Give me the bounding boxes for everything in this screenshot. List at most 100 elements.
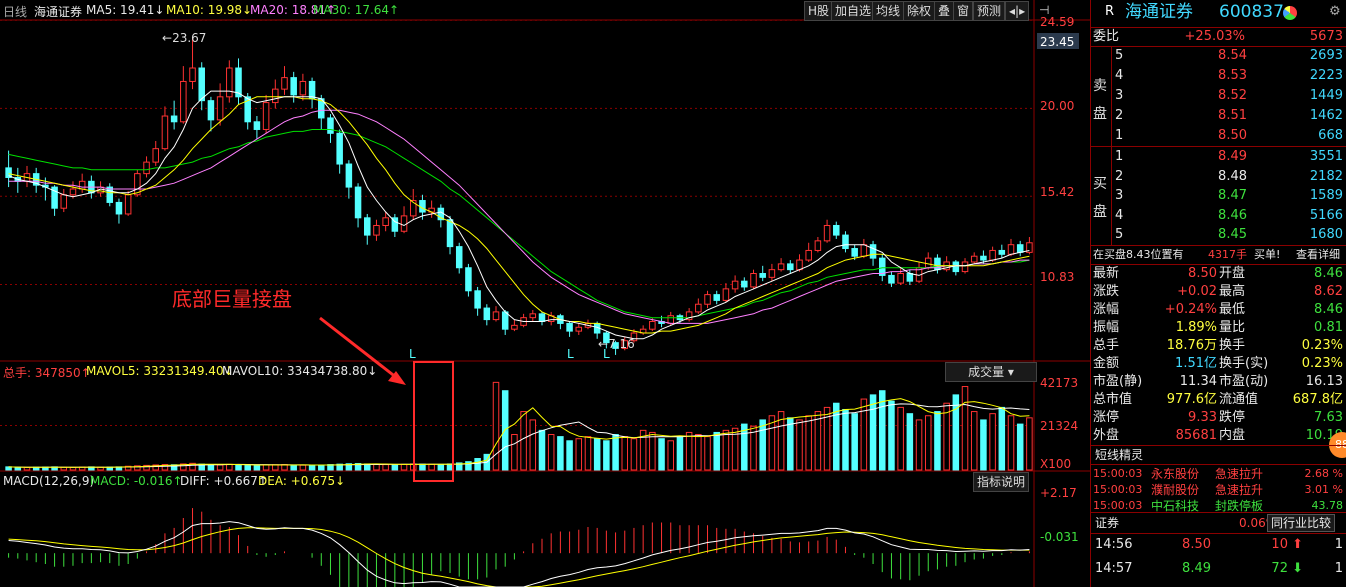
book-level: 4 <box>1115 207 1124 223</box>
window-button[interactable]: 窗 <box>953 1 974 21</box>
volume-bar <box>1007 415 1015 471</box>
weibi-row: 委比 +25.03% 5673 <box>1091 28 1346 46</box>
candle <box>731 280 739 290</box>
price-tick: 10.83 <box>1040 270 1074 284</box>
candle <box>805 249 812 261</box>
volume-bar <box>207 464 215 471</box>
exright-button[interactable]: 除权 <box>903 1 936 21</box>
candle <box>713 294 720 301</box>
candle <box>649 321 656 330</box>
candle <box>989 249 996 261</box>
book-volume: 1589 <box>1309 188 1343 203</box>
candle <box>998 249 1006 255</box>
book-level: 1 <box>1115 128 1124 143</box>
overlay-button[interactable]: 叠 <box>934 1 955 21</box>
candle <box>1016 244 1024 253</box>
book-price: 8.52 <box>1218 88 1247 103</box>
volume-bar <box>253 464 261 471</box>
book-price: 8.50 <box>1218 128 1247 143</box>
add-favorite-button[interactable]: 加自选 <box>831 1 876 21</box>
stat-label: 最高 <box>1219 284 1246 299</box>
book-price: 8.53 <box>1218 68 1247 83</box>
stock-chart: 底部巨量接盘 ←23.67 ←7.16 L L L 24.59 23.45 20… <box>0 0 1090 587</box>
candle <box>741 280 748 288</box>
volume-selector[interactable]: 成交量 ▾ <box>945 362 1037 382</box>
candle <box>152 148 160 163</box>
tick-time: 14:56 <box>1095 537 1133 552</box>
high-label: ←23.67 <box>162 31 206 45</box>
volume-bar <box>244 464 251 471</box>
book-volume: 2182 <box>1309 168 1343 184</box>
book-volume: 2223 <box>1309 68 1343 83</box>
stat-value: 8.62 <box>1314 284 1343 299</box>
stat-value: 1.51亿 <box>1175 356 1217 371</box>
volume-bar <box>299 464 307 471</box>
candle <box>198 67 205 102</box>
candle <box>823 224 831 242</box>
buy-level-row: 2 8.48 2182 <box>1091 168 1346 186</box>
notice-text: 在买盘8.43位置有 <box>1093 248 1184 261</box>
book-level: 4 <box>1115 68 1124 83</box>
candle <box>851 248 858 257</box>
volume-bar <box>511 434 518 471</box>
candle <box>78 180 86 190</box>
candle <box>189 67 196 82</box>
settings-icon[interactable]: ⚙ <box>1329 3 1341 21</box>
volume-bar <box>382 464 389 471</box>
indicator-help-button[interactable]: 指标说明 <box>973 472 1030 492</box>
candle <box>842 234 849 250</box>
hshare-button[interactable]: H股 <box>804 1 834 21</box>
candle <box>345 163 353 188</box>
macd-params: MACD(12,26,9) <box>3 474 95 488</box>
candle <box>207 100 215 121</box>
candle <box>796 259 803 271</box>
book-volume: 1680 <box>1309 227 1343 242</box>
mavol5-value: MAVOL5: 33231349.40↓ <box>86 364 234 378</box>
volume-bar <box>226 463 233 471</box>
stat-value: 0.23% <box>1301 338 1343 353</box>
ma-button[interactable]: 均线 <box>872 1 905 21</box>
stat-value: 0.81 <box>1314 320 1343 335</box>
stat-label: 振幅 <box>1093 320 1120 335</box>
stat-row: 涨停 9.33 跌停 7.63 <box>1091 409 1346 427</box>
candle <box>336 132 343 165</box>
candle <box>695 303 702 313</box>
tick-count: 1 <box>1334 561 1343 576</box>
price-tick: 20.00 <box>1040 99 1074 113</box>
elf-title[interactable]: 短线精灵 <box>1095 446 1143 464</box>
stat-value: 7.63 <box>1314 410 1343 425</box>
pin-icon[interactable]: ⊣ <box>1036 1 1052 19</box>
candle <box>501 311 509 330</box>
tick-volume: 10 ⬆ <box>1271 537 1303 552</box>
volume-bar <box>658 438 665 471</box>
nav-arrows-icon[interactable]: ◂|▸ <box>1005 1 1030 21</box>
stat-value: 11.34 <box>1179 374 1217 389</box>
volume-bar <box>704 436 711 471</box>
candle <box>170 115 178 123</box>
candle <box>474 290 481 309</box>
industry-compare-button[interactable]: 同行业比较 <box>1267 514 1336 532</box>
volume-bar <box>428 463 435 471</box>
candle <box>787 263 794 271</box>
notice-detail-link[interactable]: 查看详细 <box>1296 246 1340 264</box>
sector-label: 证券 <box>1095 516 1120 530</box>
candle <box>364 217 371 236</box>
volume-bar <box>584 436 592 471</box>
volume-bar <box>860 398 868 471</box>
tick-price: 8.50 <box>1182 537 1211 552</box>
stat-row: 涨幅 +0.24% 最低 8.46 <box>1091 301 1346 319</box>
volume-bar <box>557 436 564 471</box>
pie-icon[interactable] <box>1283 6 1297 20</box>
forecast-button[interactable]: 预测 <box>973 1 1006 21</box>
stat-row: 总市值 977.6亿 流通值 687.8亿 <box>1091 391 1346 409</box>
candle <box>308 80 316 100</box>
candle <box>373 224 380 236</box>
logo: R <box>1105 4 1115 19</box>
volume-bar <box>308 464 316 471</box>
stat-label: 换手 <box>1219 338 1246 353</box>
candle <box>777 263 785 271</box>
volume-bar <box>1016 423 1024 471</box>
stat-value: 687.8亿 <box>1292 392 1343 407</box>
book-volume: 1462 <box>1309 108 1343 123</box>
book-price: 8.48 <box>1218 168 1247 184</box>
